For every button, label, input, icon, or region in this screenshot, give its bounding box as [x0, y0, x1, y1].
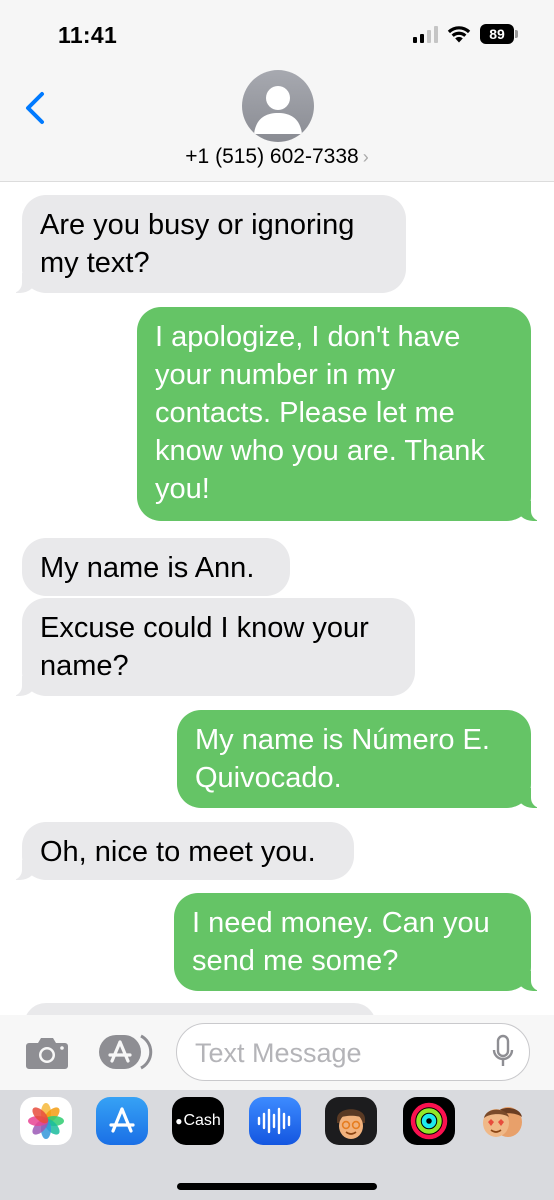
audio-message-icon [257, 1107, 291, 1135]
chevron-right-icon: › [362, 147, 369, 167]
microphone-icon[interactable] [491, 1034, 515, 1070]
wifi-icon [447, 25, 471, 42]
message-input[interactable]: Text Message [176, 1023, 530, 1081]
incoming-message[interactable]: Are you busy or ignoring my text? [12, 195, 406, 293]
activity-app-button[interactable] [403, 1097, 455, 1145]
cellular-signal-icon [413, 25, 438, 43]
message-text: My name is Número E. Quivocado. [195, 724, 490, 794]
message-input-placeholder: Text Message [195, 1038, 362, 1068]
incoming-message[interactable]: Excuse could I know your name? [12, 598, 415, 696]
message-text: Are you busy or ignoring my text? [40, 209, 355, 279]
status-indicators: 89 [413, 24, 518, 44]
app-store-app-button[interactable] [96, 1097, 148, 1145]
battery-icon: 89 [480, 24, 518, 44]
apple-logo-icon: ● [175, 1114, 183, 1128]
memoji-icon [337, 1109, 365, 1139]
incoming-message[interactable]: My name is Ann. [22, 538, 290, 596]
back-chevron-icon[interactable] [22, 88, 52, 128]
outgoing-message[interactable]: My name is Número E. Quivocado. [177, 710, 541, 808]
app-store-icon [109, 1107, 135, 1133]
apple-cash-app-button[interactable]: ● Cash [172, 1097, 224, 1145]
person-icon [254, 86, 302, 134]
contact-avatar[interactable] [242, 70, 314, 142]
contact-number-text: +1 (515) 602-7338 [185, 145, 359, 168]
contact-number[interactable]: +1 (515) 602-7338 › [0, 145, 554, 169]
memoji-stickers-icon [483, 1107, 522, 1137]
home-indicator[interactable] [177, 1183, 377, 1190]
photos-app-button[interactable] [20, 1097, 72, 1145]
apple-cash-label: Cash [183, 1112, 221, 1129]
message-text: I apologize, I don't have your number in… [155, 321, 485, 505]
activity-icon [410, 1102, 448, 1140]
camera-icon[interactable] [25, 1033, 69, 1071]
audio-message-app-button[interactable] [249, 1097, 301, 1145]
app-store-icon[interactable] [97, 1033, 153, 1071]
message-text: I need money. Can you send me some? [192, 907, 490, 977]
memoji-stickers-app-button[interactable] [477, 1097, 529, 1145]
photos-icon [28, 1103, 64, 1139]
outgoing-message[interactable]: I need money. Can you send me some? [174, 893, 541, 991]
incoming-message[interactable]: Oh, nice to meet you. [12, 822, 354, 880]
status-time: 11:41 [58, 22, 118, 48]
message-text: Oh, nice to meet you. [40, 836, 316, 868]
message-text: Excuse could I know your name? [40, 612, 369, 682]
memoji-app-button[interactable] [325, 1097, 377, 1145]
battery-level: 89 [489, 26, 505, 42]
outgoing-message[interactable]: I apologize, I don't have your number in… [137, 307, 541, 521]
message-text: My name is Ann. [40, 552, 255, 584]
